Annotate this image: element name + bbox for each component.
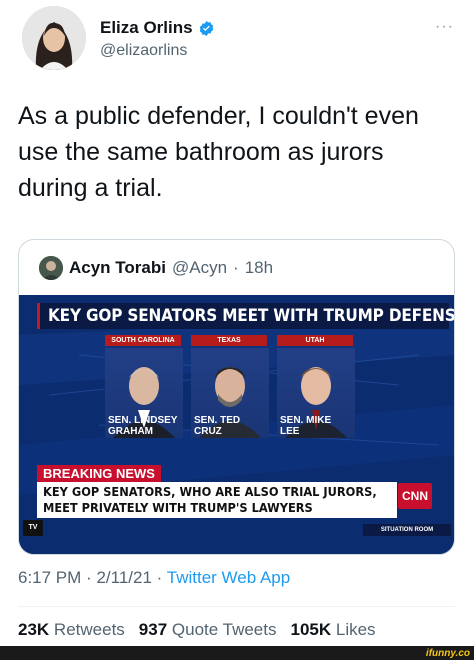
state-label: TEXAS	[191, 335, 267, 346]
retweets-stat[interactable]: 23K Retweets	[18, 620, 125, 640]
quote-tweets-label: Quote Tweets	[171, 620, 277, 639]
author-avatar[interactable]	[22, 6, 86, 70]
engagement-stats: 23K Retweets 937 Quote Tweets 105K Likes	[18, 620, 376, 640]
senator-nameplate: SEN. LINDSEY GRAHAM	[105, 415, 183, 439]
meta-separator: ·	[86, 568, 92, 587]
ifunny-watermark: ifunny.co	[425, 648, 470, 659]
headline-banner: KEY GOP SENATORS MEET WITH TRUMP DEFENSE…	[37, 303, 454, 329]
tweet-time[interactable]: 6:17 PM	[18, 568, 81, 587]
state-label: SOUTH CAROLINA	[105, 335, 181, 346]
author-name[interactable]: Eliza Orlins	[100, 18, 193, 38]
nameplate-line: SEN. TED	[194, 415, 241, 426]
author-handle[interactable]: @elizaorlins	[100, 42, 187, 60]
senator-nameplate: SEN. MIKE LEE	[277, 415, 355, 439]
tweet-header: Eliza Orlins @elizaorlins ···	[22, 6, 462, 72]
tweet-timestamp: 6:17 PM · 2/11/21 · Twitter Web App	[18, 568, 290, 588]
breaking-news-box: KEY GOP SENATORS, WHO ARE ALSO TRIAL JUR…	[37, 482, 397, 518]
likes-stat[interactable]: 105K Likes	[291, 620, 376, 640]
news-screenshot[interactable]: KEY GOP SENATORS MEET WITH TRUMP DEFENSE…	[19, 295, 454, 554]
breaking-news-text: KEY GOP SENATORS, WHO ARE ALSO TRIAL JUR…	[43, 485, 377, 515]
likes-label: Likes	[335, 620, 376, 639]
meta-separator: ·	[156, 568, 163, 587]
quoted-author-handle[interactable]: @Acyn	[172, 258, 227, 278]
watermark-bar: ifunny.co	[0, 646, 474, 660]
tweet-source-link[interactable]: Twitter Web App	[167, 568, 290, 587]
verified-badge-icon	[199, 20, 213, 36]
quoted-tweet-age[interactable]: 18h	[245, 258, 273, 278]
nameplate-line: GRAHAM	[108, 426, 153, 437]
cnn-logo: CNN	[398, 483, 432, 509]
tweet-text: As a public defender, I couldn't even us…	[18, 102, 419, 202]
headline-text: KEY GOP SENATORS MEET WITH TRUMP DEFENSE…	[48, 306, 455, 326]
program-label: SITUATION ROOM	[363, 524, 451, 536]
tweet-date[interactable]: 2/11/21	[96, 568, 151, 587]
quoted-author-name[interactable]: Acyn Torabi	[69, 258, 166, 278]
nameplate-line: CRUZ	[194, 426, 222, 437]
quoted-tweet[interactable]: Acyn Torabi @Acyn · 18h KEY GOP SENATORS…	[18, 239, 455, 555]
tv-rating-badge: TV	[23, 520, 43, 536]
quoted-author-avatar[interactable]	[39, 256, 63, 280]
state-label: UTAH	[277, 335, 353, 346]
likes-count: 105K	[290, 620, 332, 639]
meta-separator: ·	[233, 258, 239, 277]
nameplate-line: SEN. LINDSEY	[108, 415, 178, 426]
quote-tweets-count: 937	[138, 620, 168, 639]
retweets-label: Retweets	[53, 620, 125, 639]
quote-tweets-stat[interactable]: 937 Quote Tweets	[139, 620, 277, 640]
breaking-news-label: BREAKING NEWS	[37, 465, 161, 482]
divider	[18, 606, 455, 607]
more-options-icon[interactable]: ···	[435, 18, 454, 36]
nameplate-line: SEN. MIKE	[280, 415, 332, 426]
retweets-count: 23K	[18, 620, 50, 639]
nameplate-line: LEE	[280, 426, 300, 437]
senator-nameplate: SEN. TED CRUZ	[191, 415, 269, 439]
